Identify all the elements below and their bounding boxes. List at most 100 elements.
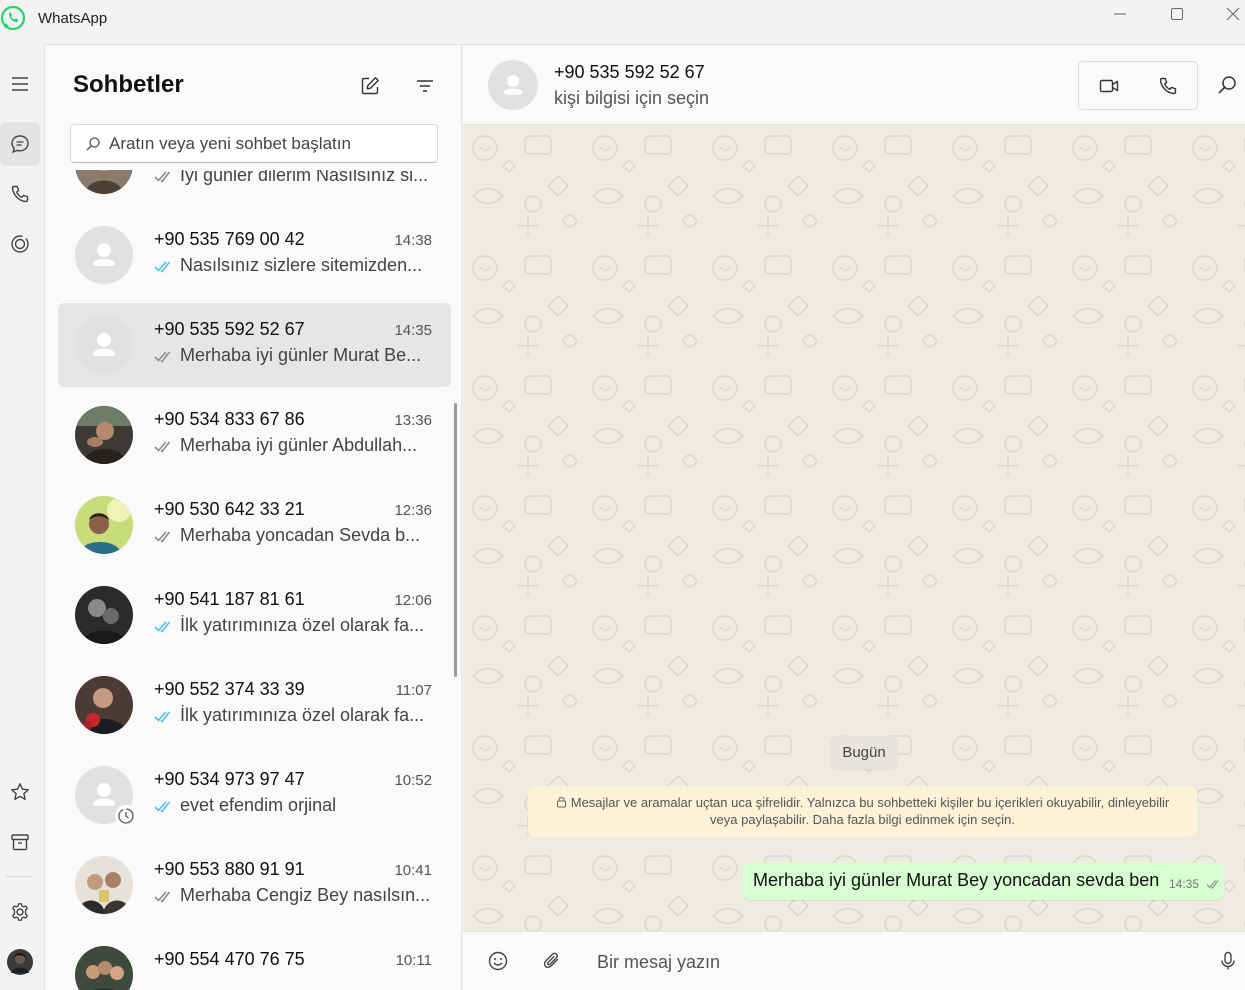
contact-avatar	[75, 406, 133, 464]
chat-rows: İyi günler dilerim Nasılsınız si... +90 …	[45, 170, 461, 990]
last-message: Merhaba iyi günler Abdullah...	[154, 435, 417, 456]
chat-wallpaper: Bugün Mesajlar ve aramalar uçtan uca şif…	[463, 126, 1245, 931]
read-receipt-icon	[154, 440, 171, 453]
contact-info-hint: kişi bilgisi için seçin	[554, 88, 710, 108]
chat-row[interactable]: İyi günler dilerim Nasılsınız si...	[58, 170, 451, 207]
read-receipt-icon	[154, 890, 171, 903]
last-message: Merhaba yoncadan Sevda b...	[154, 525, 420, 546]
lock-icon	[556, 797, 566, 808]
message-time: 12:36	[394, 502, 432, 519]
read-receipt-icon	[154, 350, 171, 363]
chat-row-selected[interactable]: +90 535 592 52 67 14:35 Merhaba iyi günl…	[58, 303, 451, 387]
message-time: 13:36	[394, 412, 432, 429]
message-time: 10:11	[395, 952, 432, 969]
starred-icon[interactable]	[0, 770, 40, 814]
rail-divider	[6, 876, 32, 877]
call-buttons	[1078, 61, 1198, 110]
message-time: 14:35	[394, 322, 432, 339]
day-separator: Bugün	[830, 736, 898, 769]
chat-list-scrollbar[interactable]	[454, 403, 457, 677]
chat-row[interactable]: +90 552 374 33 39 11:07 İlk yatırımınıza…	[58, 663, 451, 747]
read-receipt-icon	[154, 710, 171, 723]
contact-name: +90 553 880 91 91	[154, 859, 305, 879]
contact-avatar	[75, 946, 133, 990]
contact-name: +90 530 642 33 21	[154, 499, 305, 519]
message-time: 14:35	[1169, 877, 1200, 891]
message-time: 10:52	[394, 772, 432, 789]
contact-name: +90 534 973 97 47	[154, 769, 305, 789]
default-avatar	[75, 226, 133, 284]
maximize-icon[interactable]	[1149, 0, 1205, 28]
profile-avatar[interactable]	[0, 940, 40, 984]
archive-icon[interactable]	[0, 820, 40, 864]
last-message: Nasılsınız sizlere sitemizden...	[154, 255, 422, 276]
message-time: 11:07	[395, 682, 432, 699]
contact-avatar	[75, 496, 133, 554]
nav-rail	[0, 44, 44, 990]
message-time: 10:41	[394, 862, 432, 879]
chat-row[interactable]: +90 530 642 33 21 12:36 Merhaba yoncadan…	[58, 483, 451, 567]
chat-row[interactable]: +90 534 973 97 47 10:52 evet efendim orj…	[58, 753, 451, 837]
filter-icon[interactable]	[412, 73, 438, 99]
read-receipt-icon	[154, 620, 171, 633]
contact-name: +90 535 592 52 67	[154, 319, 305, 339]
search-input[interactable]	[109, 131, 429, 157]
close-icon[interactable]	[1205, 0, 1245, 28]
contact-avatar	[75, 676, 133, 734]
contact-avatar	[75, 586, 133, 644]
read-receipt-icon	[154, 170, 171, 183]
status-icon[interactable]	[0, 222, 40, 266]
chat-row[interactable]: +90 535 769 00 42 14:38 Nasılsınız sizle…	[58, 213, 451, 297]
encryption-notice[interactable]: Mesajlar ve aramalar uçtan uca şifrelidi…	[528, 786, 1197, 837]
last-message: Merhaba iyi günler Murat Be...	[154, 345, 421, 366]
read-receipt-icon	[154, 800, 171, 813]
read-receipt-icon	[154, 260, 171, 273]
contact-name: +90 541 187 81 61	[154, 589, 305, 609]
video-call-icon[interactable]	[1079, 62, 1138, 109]
contact-name: +90 552 374 33 39	[154, 679, 305, 699]
chat-row[interactable]: +90 534 833 67 86 13:36 Merhaba iyi günl…	[58, 393, 451, 477]
search-icon	[86, 137, 100, 151]
chat-list-title: Sohbetler	[73, 71, 184, 98]
contact-name: +90 535 769 00 42	[154, 229, 305, 249]
search-icon[interactable]	[1216, 74, 1238, 96]
last-message: İlk yatırımınıza özel olarak fa...	[154, 615, 424, 636]
chats-icon[interactable]	[0, 122, 40, 166]
menu-icon[interactable]	[0, 62, 40, 106]
microphone-icon[interactable]	[1215, 948, 1241, 974]
read-receipt-icon	[1206, 880, 1219, 889]
chat-row[interactable]: +90 541 187 81 61 12:06 İlk yatırımınıza…	[58, 573, 451, 657]
conversation-header[interactable]: +90 535 592 52 67 kişi bilgisi için seçi…	[463, 44, 1245, 125]
calls-icon[interactable]	[0, 172, 40, 216]
last-message: İlk yatırımınıza özel olarak fa...	[154, 705, 424, 726]
chat-row[interactable]: +90 554 470 76 75 10:11	[58, 933, 451, 990]
chat-row[interactable]: +90 553 880 91 91 10:41 Merhaba Cengiz B…	[58, 843, 451, 927]
contact-avatar	[75, 170, 133, 194]
outgoing-message[interactable]: Merhaba iyi günler Murat Bey yoncadan se…	[742, 863, 1224, 900]
last-message: evet efendim orjinal	[154, 795, 336, 816]
emoji-icon[interactable]	[485, 948, 511, 974]
last-message: İyi günler dilerim Nasılsınız si...	[154, 170, 428, 186]
conversation-contact-name: +90 535 592 52 67	[554, 62, 705, 82]
whatsapp-logo-icon	[0, 5, 26, 31]
contact-avatar	[75, 856, 133, 914]
default-avatar	[75, 316, 133, 374]
search-box[interactable]	[70, 124, 438, 163]
contact-name: +90 554 470 76 75	[154, 949, 305, 969]
message-input[interactable]	[597, 947, 1187, 977]
window-title: WhatsApp	[38, 10, 108, 27]
compose-icon[interactable]	[357, 73, 383, 99]
default-avatar[interactable]	[488, 60, 538, 110]
last-message: Merhaba Cengiz Bey nasılsın...	[154, 885, 430, 906]
attach-icon[interactable]	[539, 948, 565, 974]
read-receipt-icon	[154, 530, 171, 543]
message-time: 14:38	[394, 232, 432, 249]
voice-call-icon[interactable]	[1138, 62, 1197, 109]
minimize-icon[interactable]	[1092, 0, 1148, 28]
message-time: 12:06	[394, 592, 432, 609]
title-bar: WhatsApp	[0, 0, 1245, 44]
settings-icon[interactable]	[0, 890, 40, 934]
chat-list-panel: Sohbetler İyi günler dilerim Nasılsınız …	[44, 44, 462, 990]
conversation-panel: +90 535 592 52 67 kişi bilgisi için seçi…	[463, 44, 1245, 990]
disappearing-timer-icon	[115, 805, 137, 827]
